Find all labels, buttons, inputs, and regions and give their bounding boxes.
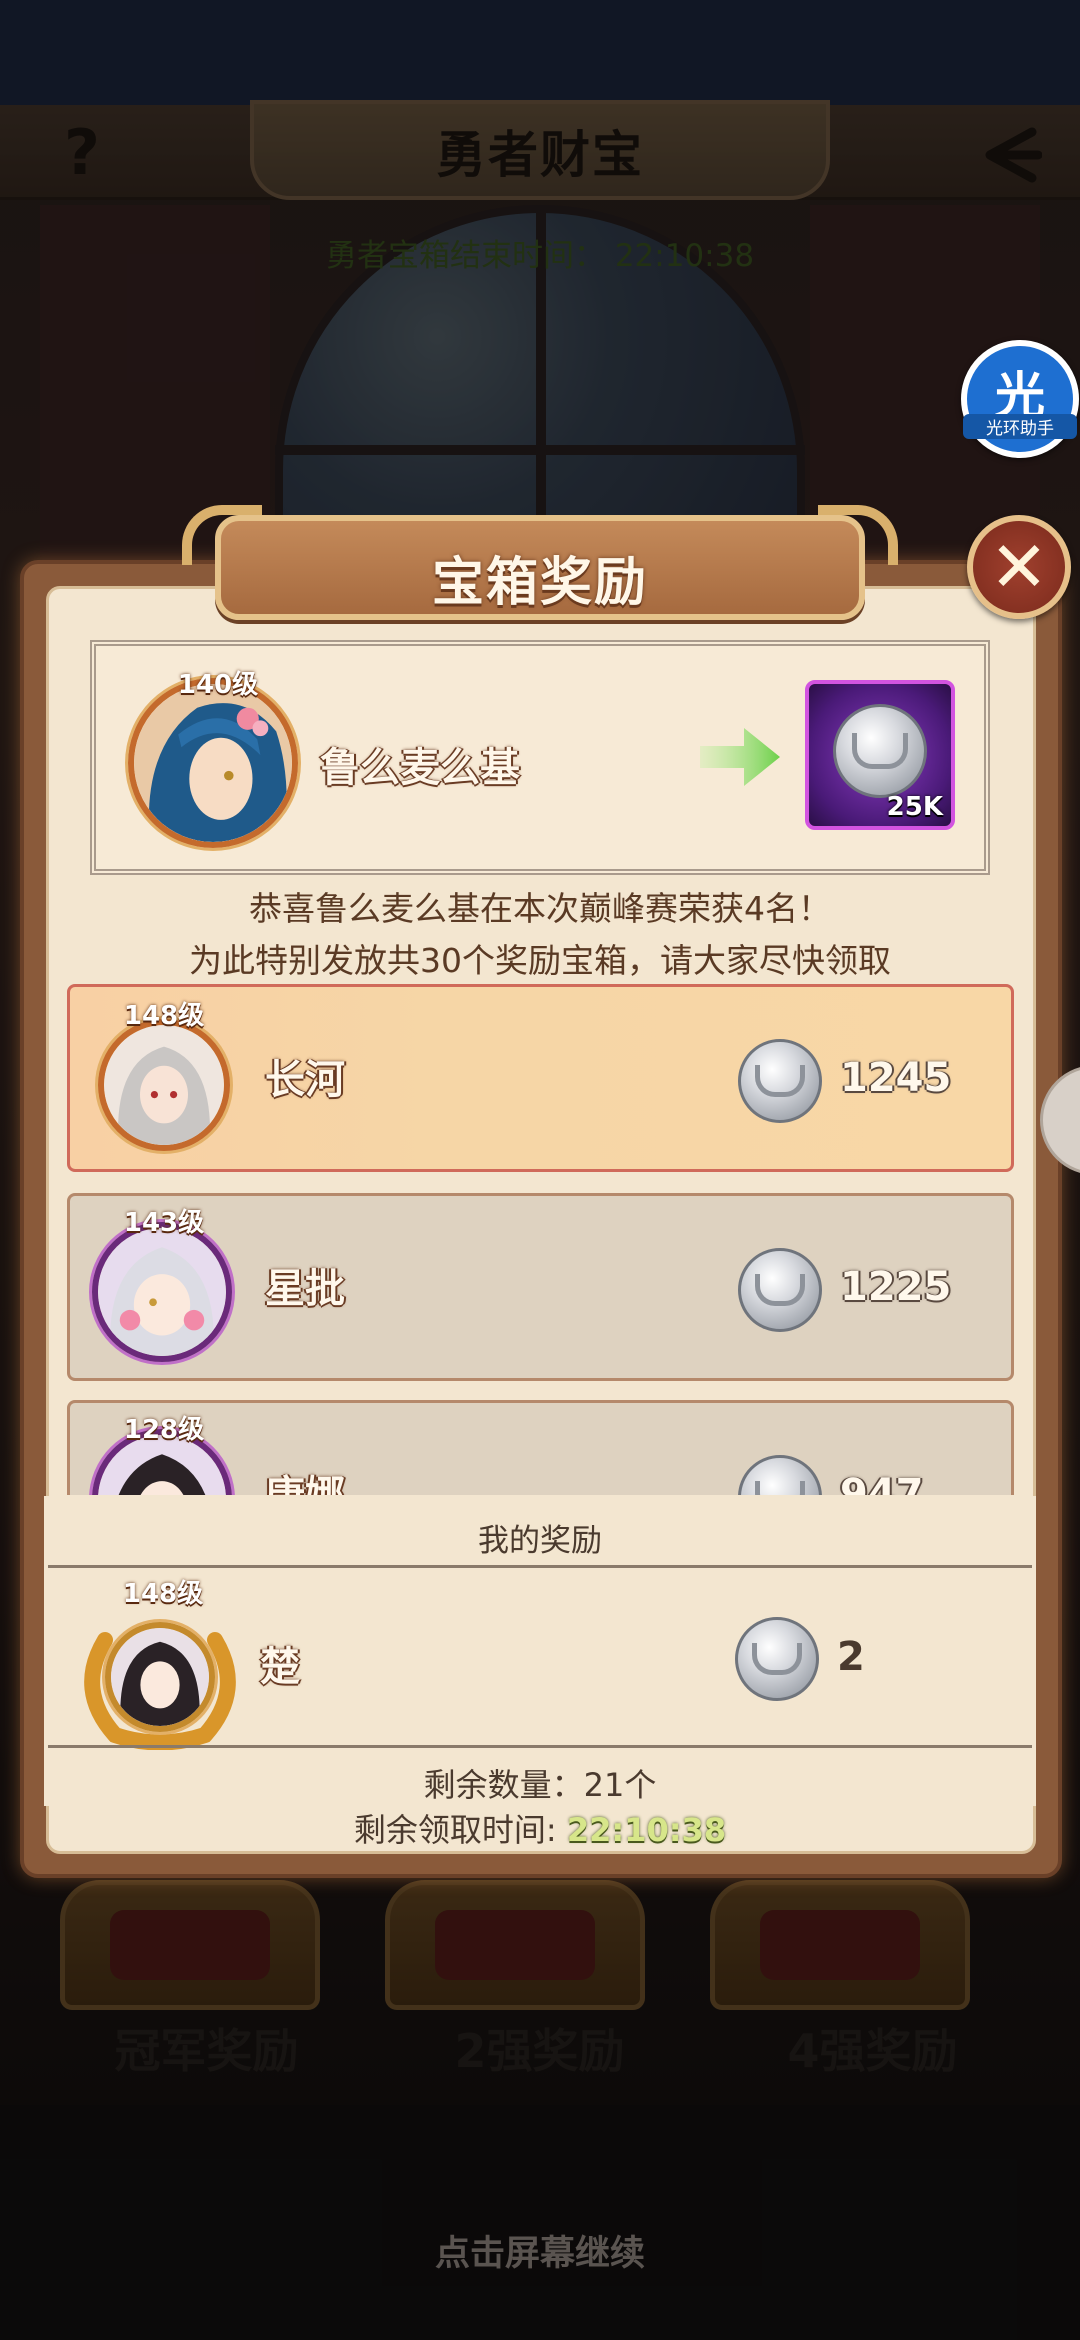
- winner-avatar[interactable]: [128, 678, 298, 848]
- player-level: 148级: [123, 1001, 205, 1031]
- prize-item-card[interactable]: 25K: [805, 680, 955, 830]
- winner-portrait-icon: [134, 684, 292, 842]
- player-level: 128级: [123, 1415, 205, 1445]
- silver-coin-icon: [738, 1248, 822, 1332]
- congrats-line-1: 恭喜鲁么麦么基在本次巅峰赛荣获4名！: [249, 889, 831, 928]
- close-button[interactable]: ✕: [967, 515, 1071, 619]
- reward-amount: 947: [840, 1471, 924, 1495]
- prize-amount: 25K: [886, 792, 943, 822]
- reward-amount: 1245: [840, 1055, 952, 1101]
- congrats-line-2: 为此特别发放共30个奖励宝箱，请大家尽快领取: [189, 941, 891, 980]
- silver-coin-icon: [738, 1039, 822, 1123]
- helper-label: 光环助手: [963, 414, 1077, 439]
- player-portrait-icon: [104, 1025, 224, 1145]
- reward-list-clip: 128级 康娜 947: [67, 1400, 1014, 1495]
- coin-emblem: [752, 1643, 802, 1675]
- player-avatar: [98, 1019, 230, 1151]
- coin-emblem: [755, 1481, 805, 1495]
- player-portrait-icon: [98, 1228, 226, 1356]
- remaining-time-label: 剩余领取时间:: [353, 1811, 567, 1849]
- player-name: 长河: [265, 1057, 345, 1103]
- player-name: 康娜: [265, 1463, 345, 1495]
- my-reward-amount: 2: [837, 1634, 865, 1680]
- coin-emblem: [851, 733, 909, 769]
- silver-coin-icon: [738, 1455, 822, 1495]
- divider-bottom: [48, 1745, 1032, 1748]
- player-name: 星批: [265, 1266, 345, 1312]
- right-arrow-icon: [700, 728, 780, 786]
- remaining-count: 剩余数量：21个: [423, 1766, 657, 1804]
- reward-row[interactable]: 143级 星批 1225: [67, 1193, 1014, 1381]
- player-avatar: [92, 1222, 232, 1362]
- remaining-time-value: 22:10:38: [566, 1811, 727, 1849]
- close-icon: ✕: [989, 526, 1049, 608]
- silver-coin-icon: [833, 704, 927, 798]
- coin-emblem: [755, 1065, 805, 1097]
- coin-emblem: [755, 1274, 805, 1306]
- my-level: 148级: [122, 1579, 204, 1609]
- modal-title: 宝箱奖励: [431, 553, 648, 613]
- player-level: 143级: [123, 1208, 205, 1238]
- reward-row[interactable]: 148级 长河 1245: [67, 984, 1014, 1172]
- silver-coin-icon: [735, 1617, 819, 1701]
- my-reward-header: 我的奖励: [478, 1523, 602, 1559]
- winner-level: 140级: [177, 670, 259, 700]
- divider-top: [48, 1565, 1032, 1568]
- my-name: 楚: [260, 1644, 300, 1690]
- reward-row[interactable]: 128级 康娜 947: [67, 1400, 1014, 1495]
- helper-assistant-button[interactable]: 光 光环助手: [961, 340, 1079, 458]
- my-avatar[interactable]: [75, 1600, 245, 1750]
- winner-name: 鲁么麦么基: [320, 745, 520, 791]
- my-portrait-icon: [111, 1628, 209, 1726]
- reward-amount: 1225: [840, 1264, 952, 1310]
- remaining-time: 剩余领取时间: 22:10:38: [0, 1805, 1080, 1851]
- my-portrait-frame: [105, 1622, 215, 1732]
